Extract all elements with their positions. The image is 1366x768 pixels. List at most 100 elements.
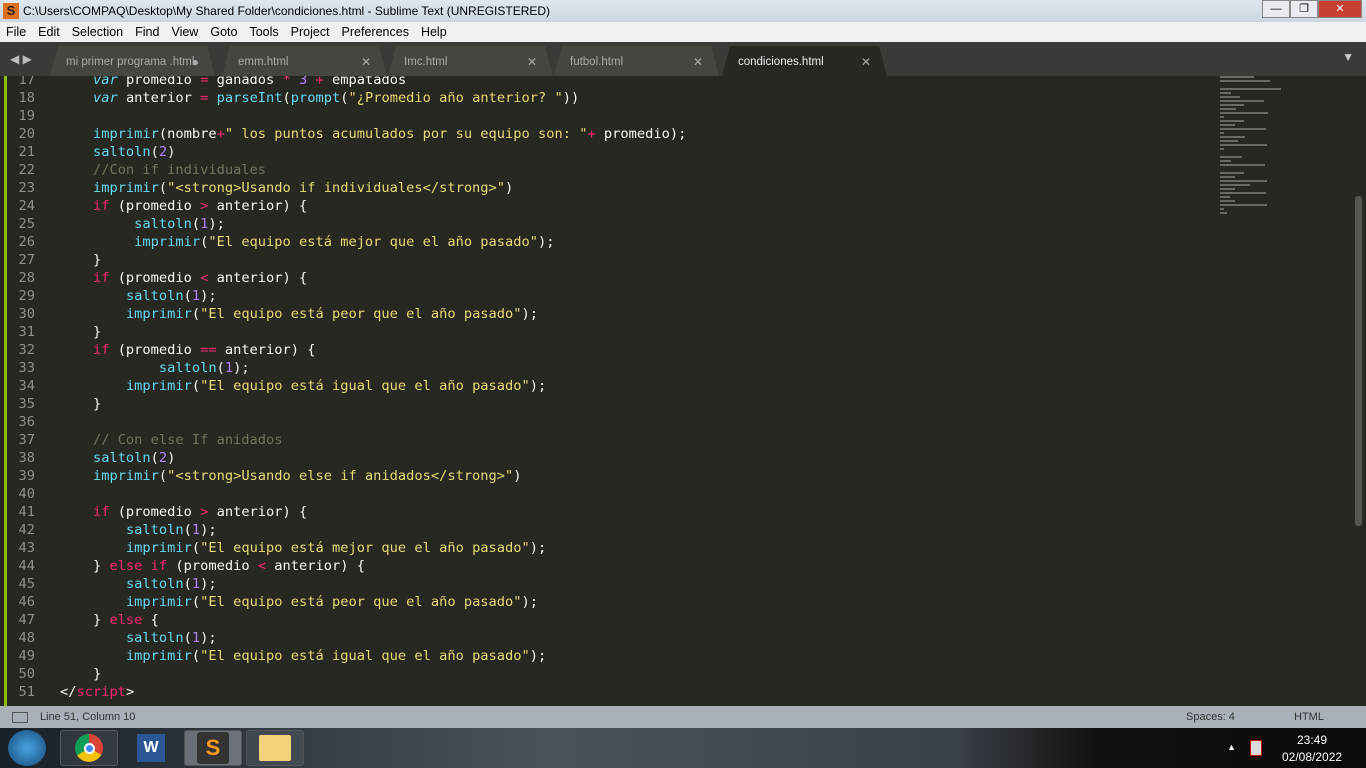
word-taskbar-button[interactable]: W xyxy=(122,730,180,766)
code-token: saltoln xyxy=(134,216,192,232)
line-content: saltoln(1); xyxy=(60,359,250,377)
code-token: 2 xyxy=(158,450,168,466)
menu-view[interactable]: View xyxy=(165,25,204,39)
code-token: prompt xyxy=(290,90,341,106)
line-number: 44 xyxy=(18,558,35,574)
start-button[interactable] xyxy=(8,730,46,766)
menu-find[interactable]: Find xyxy=(129,25,165,39)
menu-project[interactable]: Project xyxy=(285,25,336,39)
line-number: 31 xyxy=(18,324,35,340)
tab-condiciones-html[interactable]: condiciones.html ✕ xyxy=(722,46,887,76)
line-number: 43 xyxy=(18,540,35,556)
code-token: ( xyxy=(191,306,201,322)
code-editor[interactable]: 17 var promedio = ganados * 3 + empatado… xyxy=(0,76,1366,706)
code-token: "El equipo está mejor que el año pasado" xyxy=(200,540,530,556)
minimap-line xyxy=(1220,180,1268,182)
menu-file[interactable]: File xyxy=(0,25,32,39)
code-line: 41 if (promedio > anterior) { xyxy=(0,503,308,521)
explorer-taskbar-button[interactable] xyxy=(246,730,304,766)
clock-date[interactable]: 02/08/2022 xyxy=(1282,750,1342,764)
code-token: 1 xyxy=(191,630,201,646)
code-line: 36 xyxy=(0,413,35,431)
minimap-line xyxy=(1220,184,1250,186)
code-token: } xyxy=(60,324,102,340)
menu-goto[interactable]: Goto xyxy=(204,25,243,39)
code-token: imprimir xyxy=(92,468,159,484)
line-number: 36 xyxy=(18,414,35,430)
code-token: ) xyxy=(505,180,514,196)
close-tab-icon[interactable]: ✕ xyxy=(527,55,537,69)
code-token: anterior xyxy=(117,90,201,106)
tab-emm-html[interactable]: emm.html ✕ xyxy=(222,46,387,76)
power-status-icon[interactable] xyxy=(1250,740,1262,756)
line-content: imprimir("El equipo está igual que el añ… xyxy=(60,377,546,395)
console-icon[interactable] xyxy=(12,711,28,723)
close-button[interactable]: ✕ xyxy=(1318,0,1362,18)
code-token: promedio xyxy=(117,76,201,88)
menu-selection[interactable]: Selection xyxy=(66,25,129,39)
code-token: imprimir xyxy=(125,306,192,322)
line-number: 34 xyxy=(18,378,35,394)
line-content: imprimir("El equipo está peor que el año… xyxy=(60,305,538,323)
code-line: 23 imprimir("<strong>Usando if individua… xyxy=(0,179,514,197)
unsaved-dot-icon[interactable]: ● xyxy=(192,55,199,69)
code-line: 19 xyxy=(0,107,35,125)
syntax-selector[interactable]: HTML xyxy=(1294,711,1324,723)
close-tab-icon[interactable]: ✕ xyxy=(861,55,871,69)
code-token: ); xyxy=(200,630,217,646)
sublime-taskbar-button[interactable]: S xyxy=(184,730,242,766)
code-line: 50 } xyxy=(0,665,102,683)
code-token: ( xyxy=(191,648,201,664)
close-tab-icon[interactable]: ✕ xyxy=(693,55,703,69)
tab-imc-html[interactable]: Imc.html ✕ xyxy=(388,46,553,76)
code-line: 39 imprimir("<strong>Usando else if anid… xyxy=(0,467,522,485)
code-line: 27 } xyxy=(0,251,102,269)
line-content: saltoln(1); xyxy=(60,287,217,305)
close-tab-icon[interactable]: ✕ xyxy=(361,55,371,69)
code-line: 24 if (promedio > anterior) { xyxy=(0,197,308,215)
code-token: (promedio xyxy=(109,270,201,286)
indentation-setting[interactable]: Spaces: 4 xyxy=(1186,711,1235,723)
menu-help[interactable]: Help xyxy=(415,25,453,39)
minimap-line xyxy=(1220,128,1267,130)
code-token: ( xyxy=(183,522,192,538)
show-hidden-icons-arrow[interactable]: ▲ xyxy=(1227,742,1236,752)
tab-label: Imc.html xyxy=(404,56,448,68)
code-line: 40 xyxy=(0,485,35,503)
menu-tools[interactable]: Tools xyxy=(243,25,284,39)
line-content: imprimir("El equipo está igual que el añ… xyxy=(60,647,546,665)
line-content: imprimir("<strong>Usando if individuales… xyxy=(60,179,513,197)
chrome-taskbar-button[interactable] xyxy=(60,730,118,766)
code-token: (promedio xyxy=(109,198,201,214)
tab-mi-primer-programa-html[interactable]: mi primer programa .html ● xyxy=(50,46,215,76)
tab-overflow-chevron-icon[interactable]: ▼ xyxy=(1342,50,1354,64)
code-token: "El equipo está mejor que el año pasado" xyxy=(208,234,538,250)
tab-futbol-html[interactable]: futbol.html ✕ xyxy=(554,46,719,76)
minimap-line xyxy=(1220,100,1264,102)
minimize-button[interactable]: — xyxy=(1262,0,1290,18)
code-line: 31 } xyxy=(0,323,102,341)
minimap[interactable] xyxy=(1220,76,1290,214)
tab-nav-arrows[interactable]: ◀ ▶ xyxy=(10,52,32,66)
menu-edit[interactable]: Edit xyxy=(32,25,66,39)
code-token: } xyxy=(60,666,102,682)
code-line: 22 //Con if individuales xyxy=(0,161,267,179)
vertical-scrollbar[interactable] xyxy=(1355,196,1362,526)
code-line: 46 imprimir("El equipo está peor que el … xyxy=(0,593,538,611)
code-token: ); xyxy=(200,576,217,592)
line-content: } xyxy=(60,323,101,341)
tab-label: futbol.html xyxy=(570,56,624,68)
maximize-button[interactable]: ❐ xyxy=(1290,0,1318,18)
menu-preferences[interactable]: Preferences xyxy=(336,25,415,39)
code-token: (promedio xyxy=(109,504,201,520)
code-line: 34 imprimir("El equipo está igual que el… xyxy=(0,377,547,395)
clock-time[interactable]: 23:49 xyxy=(1297,733,1327,747)
minimap-line xyxy=(1220,96,1240,98)
